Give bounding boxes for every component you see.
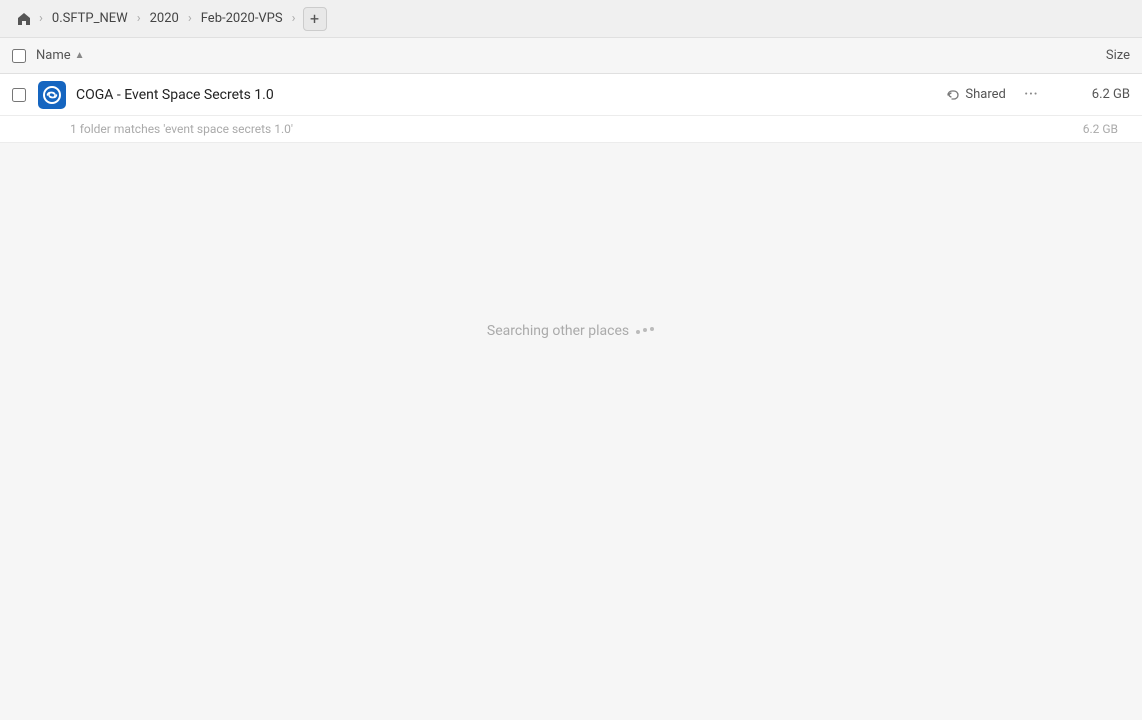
searching-dots <box>635 323 655 339</box>
sort-arrow-icon: ▲ <box>75 50 85 61</box>
file-shared-badge: Shared <box>946 87 1005 102</box>
file-name: COGA - Event Space Secrets 1.0 <box>76 87 946 103</box>
breadcrumb-add-button[interactable]: + <box>303 7 327 31</box>
searching-text: Searching other places <box>487 323 629 339</box>
breadcrumb-separator-1: › <box>39 11 43 26</box>
file-checkbox[interactable] <box>12 88 26 102</box>
more-options-button[interactable]: ··· <box>1018 82 1044 107</box>
file-checkbox-container[interactable] <box>12 88 36 102</box>
breadcrumb-separator-3: › <box>188 11 192 26</box>
summary-size: 6.2 GB <box>1083 122 1118 136</box>
breadcrumb-item-sftp[interactable]: 0.SFTP_NEW <box>46 9 134 28</box>
select-all-checkbox-container[interactable] <box>12 49 36 63</box>
breadcrumb-item-2020[interactable]: 2020 <box>144 9 185 28</box>
select-all-checkbox[interactable] <box>12 49 26 63</box>
share-icon <box>946 88 960 102</box>
breadcrumb-separator-4: › <box>292 11 296 26</box>
searching-container: Searching other places <box>0 323 1142 339</box>
breadcrumb-bar: › 0.SFTP_NEW › 2020 › Feb-2020-VPS › + <box>0 0 1142 38</box>
home-button[interactable] <box>12 9 36 29</box>
breadcrumb-item-feb[interactable]: Feb-2020-VPS <box>195 9 289 28</box>
size-column-header: Size <box>1050 48 1130 63</box>
column-header: Name ▲ Size <box>0 38 1142 74</box>
shared-label: Shared <box>965 87 1005 102</box>
file-size: 6.2 GB <box>1060 87 1130 102</box>
name-column-header[interactable]: Name ▲ <box>36 48 1050 63</box>
summary-row: 6.2 GB 1 folder matches 'event space sec… <box>0 116 1142 143</box>
file-icon <box>36 79 68 111</box>
file-row[interactable]: COGA - Event Space Secrets 1.0 Shared ··… <box>0 74 1142 116</box>
summary-text: 1 folder matches 'event space secrets 1.… <box>70 122 293 136</box>
breadcrumb-separator-2: › <box>137 11 141 26</box>
